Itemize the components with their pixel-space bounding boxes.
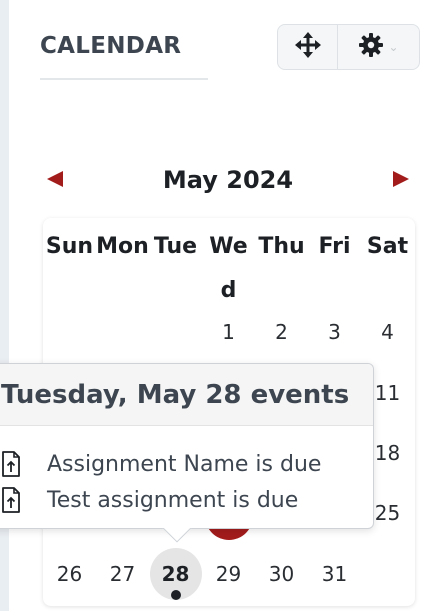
weekday-header: Sun <box>45 234 94 259</box>
weekday-header: Tue <box>153 234 198 259</box>
calendar-day[interactable]: 30 <box>255 560 308 588</box>
assignment-file-icon <box>1 487 29 513</box>
calendar-day[interactable]: 1 <box>202 318 255 346</box>
calendar-day[interactable]: 3 <box>308 318 361 346</box>
day-events-popover: Tuesday, May 28 events Assignment Name i… <box>0 363 374 529</box>
event-item[interactable]: Assignment Name is due <box>0 446 373 482</box>
popover-body: Assignment Name is due Test assignment i… <box>0 426 373 518</box>
month-label: May 2024 <box>162 166 294 194</box>
popover-header: Tuesday, May 28 events <box>0 364 373 426</box>
calendar-day[interactable]: 4 <box>361 318 414 346</box>
move-block-button[interactable] <box>278 25 338 69</box>
previous-month-link[interactable] <box>47 171 63 187</box>
weekday-header: Fri <box>318 234 351 259</box>
block-title: CALENDAR <box>40 33 182 59</box>
move-arrows-icon <box>293 30 323 64</box>
event-indicator-dot <box>171 590 181 600</box>
block-controls: ⌄ <box>277 24 420 70</box>
calendar-day-today[interactable]: 28 <box>149 560 202 588</box>
popover-title: Tuesday, May 28 events <box>1 379 350 410</box>
weekday-header: Thu <box>258 234 305 259</box>
title-underline <box>40 78 208 80</box>
weekday-header: Wed <box>209 234 248 303</box>
next-month-link[interactable] <box>393 171 409 187</box>
event-link[interactable]: Test assignment is due <box>47 488 298 513</box>
popover-arrow <box>162 528 192 544</box>
block-actions-menu[interactable]: ⌄ <box>338 25 419 69</box>
weekday-header: Sat <box>366 234 409 259</box>
weekday-header: Mon <box>96 234 149 259</box>
gear-icon <box>358 32 384 62</box>
calendar-day[interactable]: 26 <box>43 560 96 588</box>
chevron-down-icon: ⌄ <box>388 40 399 54</box>
event-link[interactable]: Assignment Name is due <box>47 452 321 477</box>
event-item[interactable]: Test assignment is due <box>0 482 373 518</box>
assignment-file-icon <box>1 451 29 477</box>
calendar-day[interactable]: 29 <box>202 560 255 588</box>
calendar-day[interactable]: 27 <box>96 560 149 588</box>
calendar-day[interactable]: 31 <box>308 560 361 588</box>
calendar-day[interactable]: 2 <box>255 318 308 346</box>
